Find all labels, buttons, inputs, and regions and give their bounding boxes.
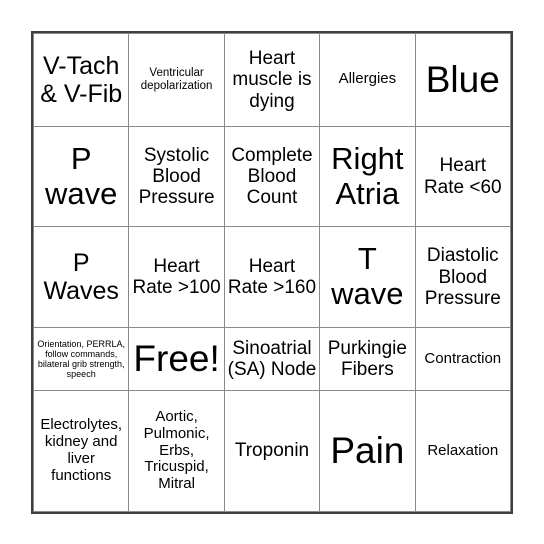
bingo-cell-2-1[interactable]: Heart Rate >100 [128, 226, 225, 328]
bingo-cell-4-0[interactable]: Electrolytes, kidney and liver functions [32, 390, 130, 512]
bingo-cell-4-3[interactable]: Pain [319, 390, 416, 512]
bingo-cell-0-1[interactable]: Ventricular depolarization [128, 33, 225, 127]
bingo-cell-2-3[interactable]: T wave [319, 226, 416, 328]
bingo-row: V-Tach & V-Fib Ventricular depolarizatio… [32, 33, 512, 127]
bingo-cell-1-0[interactable]: P wave [32, 125, 130, 228]
bingo-row: Orientation, PERRLA, follow commands, bi… [32, 326, 512, 392]
bingo-card: V-Tach & V-Fib Ventricular depolarizatio… [31, 31, 513, 514]
bingo-cell-4-4[interactable]: Relaxation [414, 390, 512, 512]
bingo-cell-2-4[interactable]: Diastolic Blood Pressure [414, 226, 512, 328]
bingo-cell-4-2[interactable]: Troponin [223, 390, 321, 512]
bingo-cell-1-2[interactable]: Complete Blood Count [223, 125, 321, 228]
bingo-cell-4-1[interactable]: Aortic, Pulmonic, Erbs, Tricuspid, Mitra… [128, 390, 225, 512]
bingo-cell-3-0[interactable]: Orientation, PERRLA, follow commands, bi… [32, 326, 130, 392]
bingo-cell-free-space[interactable]: Free! [128, 326, 225, 392]
bingo-cell-0-2[interactable]: Heart muscle is dying [223, 33, 321, 127]
bingo-row: Electrolytes, kidney and liver functions… [32, 390, 512, 512]
bingo-cell-0-0[interactable]: V-Tach & V-Fib [32, 33, 130, 127]
bingo-cell-1-1[interactable]: Systolic Blood Pressure [128, 125, 225, 228]
bingo-cell-1-4[interactable]: Heart Rate <60 [414, 125, 512, 228]
bingo-cell-0-3[interactable]: Allergies [319, 33, 416, 127]
bingo-cell-1-3[interactable]: Right Atria [319, 125, 416, 228]
bingo-cell-3-2[interactable]: Sinoatrial (SA) Node [223, 326, 321, 392]
bingo-cell-3-4[interactable]: Contraction [414, 326, 512, 392]
bingo-row: P wave Systolic Blood Pressure Complete … [32, 125, 512, 228]
bingo-cell-2-2[interactable]: Heart Rate >160 [223, 226, 321, 328]
bingo-row: P Waves Heart Rate >100 Heart Rate >160 … [32, 226, 512, 328]
bingo-cell-2-0[interactable]: P Waves [32, 226, 130, 328]
bingo-grid-body: V-Tach & V-Fib Ventricular depolarizatio… [32, 33, 512, 512]
bingo-grid: V-Tach & V-Fib Ventricular depolarizatio… [32, 33, 512, 512]
bingo-cell-3-3[interactable]: Purkingie Fibers [319, 326, 416, 392]
bingo-cell-0-4[interactable]: Blue [414, 33, 512, 127]
